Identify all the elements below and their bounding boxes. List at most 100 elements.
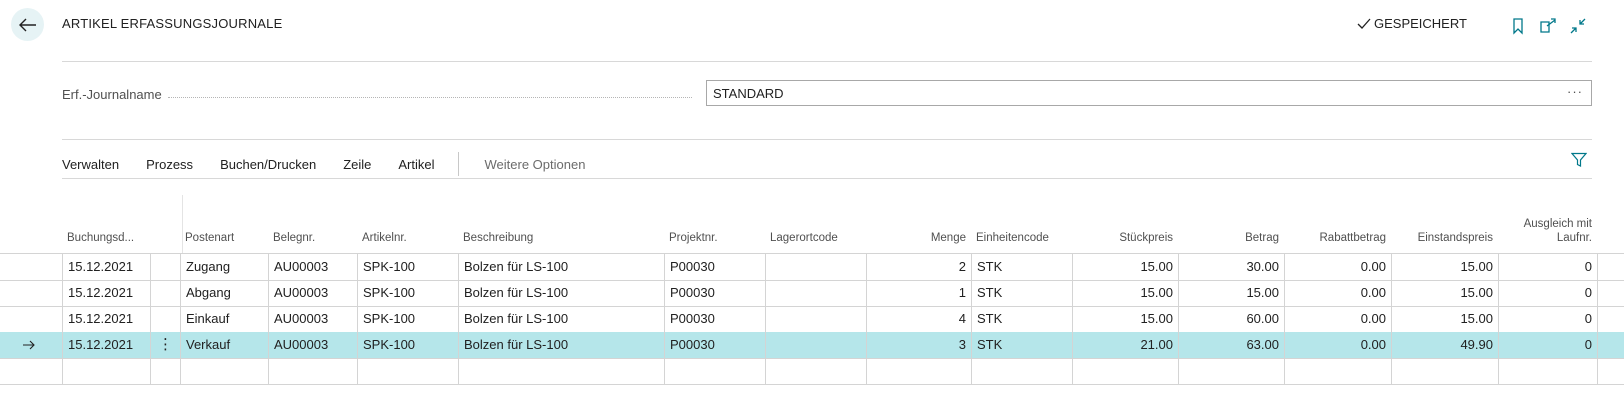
table-cell[interactable]: 0 xyxy=(1498,280,1597,306)
table-cell[interactable]: Einkauf xyxy=(180,306,268,332)
table-cell[interactable]: SPK-100 xyxy=(357,254,458,280)
table-cell[interactable]: STK xyxy=(971,280,1072,306)
table-cell[interactable] xyxy=(1498,358,1597,384)
action-prozess[interactable]: Prozess xyxy=(146,157,193,172)
table-row[interactable] xyxy=(0,358,1624,384)
table-cell[interactable]: Zugang xyxy=(180,254,268,280)
table-cell[interactable]: 15.00 xyxy=(1072,254,1178,280)
column-header-15[interactable]: Ausgleich mit Laufnr. xyxy=(1503,217,1592,245)
action-verwalten[interactable]: Verwalten xyxy=(62,157,119,172)
open-in-new-window-icon[interactable] xyxy=(1539,17,1557,35)
journal-name-lookup-button[interactable]: ··· xyxy=(1567,84,1583,99)
table-cell[interactable]: STK xyxy=(971,254,1072,280)
table-cell[interactable]: 15.00 xyxy=(1072,280,1178,306)
more-options-button[interactable]: Weitere Optionen xyxy=(485,157,586,172)
table-cell[interactable]: 2 xyxy=(866,254,971,280)
column-header-9[interactable]: Menge xyxy=(871,231,966,245)
table-cell[interactable]: Bolzen für LS-100 xyxy=(458,254,664,280)
table-cell[interactable]: P00030 xyxy=(664,332,765,358)
table-cell[interactable]: 15.12.2021 xyxy=(62,254,150,280)
column-header-1[interactable]: Buchungsd... xyxy=(67,231,134,245)
journal-name-field[interactable]: STANDARD ··· xyxy=(706,80,1592,106)
table-cell[interactable]: 3 xyxy=(866,332,971,358)
table-row[interactable]: 15.12.2021 Zugang AU00003 SPK-100 Bolzen für… xyxy=(0,254,1624,280)
table-cell[interactable]: Bolzen für LS-100 xyxy=(458,280,664,306)
table-cell[interactable]: Abgang xyxy=(180,280,268,306)
column-header-5[interactable]: Artikelnr. xyxy=(362,231,407,245)
table-cell[interactable] xyxy=(971,358,1072,384)
table-cell[interactable]: SPK-100 xyxy=(357,332,458,358)
table-cell[interactable] xyxy=(765,280,866,306)
column-header-3[interactable]: Postenart xyxy=(185,231,234,245)
table-cell[interactable] xyxy=(357,358,458,384)
table-cell[interactable]: 15.00 xyxy=(1072,306,1178,332)
column-header-11[interactable]: Stückpreis xyxy=(1077,231,1173,245)
table-cell[interactable]: AU00003 xyxy=(268,254,357,280)
table-cell[interactable]: 15.00 xyxy=(1178,280,1284,306)
table-cell[interactable] xyxy=(458,358,664,384)
table-cell[interactable]: 15.12.2021 xyxy=(62,306,150,332)
table-cell[interactable]: 15.00 xyxy=(1391,306,1498,332)
table-row[interactable]: 15.12.2021 ⋮ Verkauf AU00003 SPK-100 Bolzen f… xyxy=(0,332,1624,358)
table-cell[interactable]: 4 xyxy=(866,306,971,332)
column-header-8[interactable]: Lagerortcode xyxy=(770,231,838,245)
table-cell[interactable]: 0.00 xyxy=(1284,254,1391,280)
table-cell[interactable]: 0 xyxy=(1498,254,1597,280)
table-cell[interactable]: Verkauf xyxy=(180,332,268,358)
table-cell[interactable]: 0 xyxy=(1498,332,1597,358)
back-button[interactable] xyxy=(11,8,44,41)
table-cell[interactable]: SPK-100 xyxy=(357,280,458,306)
row-menu-button[interactable] xyxy=(150,254,180,280)
column-header-13[interactable]: Rabattbetrag xyxy=(1289,231,1387,245)
table-cell[interactable] xyxy=(1284,358,1391,384)
table-cell[interactable] xyxy=(180,358,268,384)
table-cell[interactable] xyxy=(1178,358,1284,384)
table-cell[interactable] xyxy=(1072,358,1178,384)
action-artikel[interactable]: Artikel xyxy=(398,157,434,172)
table-cell[interactable] xyxy=(664,358,765,384)
collapse-icon[interactable] xyxy=(1569,17,1587,35)
table-row[interactable]: 15.12.2021 Abgang AU00003 SPK-100 Bolzen für… xyxy=(0,280,1624,306)
table-cell[interactable]: STK xyxy=(971,332,1072,358)
table-cell[interactable]: 1 xyxy=(866,280,971,306)
row-menu-button[interactable] xyxy=(150,306,180,332)
table-cell[interactable]: 63.00 xyxy=(1178,332,1284,358)
column-header-6[interactable]: Beschreibung xyxy=(463,231,533,245)
table-cell[interactable]: 21.00 xyxy=(1072,332,1178,358)
table-cell[interactable]: Bolzen für LS-100 xyxy=(458,332,664,358)
row-menu-button[interactable]: ⋮ xyxy=(150,332,180,358)
table-cell[interactable]: STK xyxy=(971,306,1072,332)
column-header-10[interactable]: Einheitencode xyxy=(976,231,1049,245)
table-cell[interactable] xyxy=(765,306,866,332)
table-cell[interactable]: 49.90 xyxy=(1391,332,1498,358)
table-cell[interactable]: AU00003 xyxy=(268,332,357,358)
filter-icon[interactable] xyxy=(1571,152,1587,168)
table-cell[interactable]: AU00003 xyxy=(268,280,357,306)
table-cell[interactable]: 30.00 xyxy=(1178,254,1284,280)
table-cell[interactable]: 15.00 xyxy=(1391,254,1498,280)
table-cell[interactable] xyxy=(1391,358,1498,384)
column-header-7[interactable]: Projektnr. xyxy=(669,231,718,245)
table-cell[interactable]: 15.12.2021 xyxy=(62,332,150,358)
table-cell[interactable]: 15.12.2021 xyxy=(62,280,150,306)
table-cell[interactable]: Bolzen für LS-100 xyxy=(458,306,664,332)
table-cell[interactable] xyxy=(62,358,150,384)
table-cell[interactable]: P00030 xyxy=(664,306,765,332)
table-cell[interactable]: 0.00 xyxy=(1284,280,1391,306)
table-cell[interactable]: 0.00 xyxy=(1284,306,1391,332)
bookmark-icon[interactable] xyxy=(1509,17,1527,35)
table-cell[interactable]: 60.00 xyxy=(1178,306,1284,332)
table-cell[interactable]: 0.00 xyxy=(1284,332,1391,358)
table-row[interactable]: 15.12.2021 Einkauf AU00003 SPK-100 Bolzen fü… xyxy=(0,306,1624,332)
table-cell[interactable]: P00030 xyxy=(664,254,765,280)
table-cell[interactable] xyxy=(765,332,866,358)
table-cell[interactable] xyxy=(866,358,971,384)
table-cell[interactable]: P00030 xyxy=(664,280,765,306)
table-cell[interactable] xyxy=(765,358,866,384)
column-header-4[interactable]: Belegnr. xyxy=(273,231,315,245)
table-cell[interactable]: 15.00 xyxy=(1391,280,1498,306)
action-buchen-drucken[interactable]: Buchen/Drucken xyxy=(220,157,316,172)
action-zeile[interactable]: Zeile xyxy=(343,157,371,172)
table-cell[interactable] xyxy=(268,358,357,384)
table-cell[interactable] xyxy=(765,254,866,280)
